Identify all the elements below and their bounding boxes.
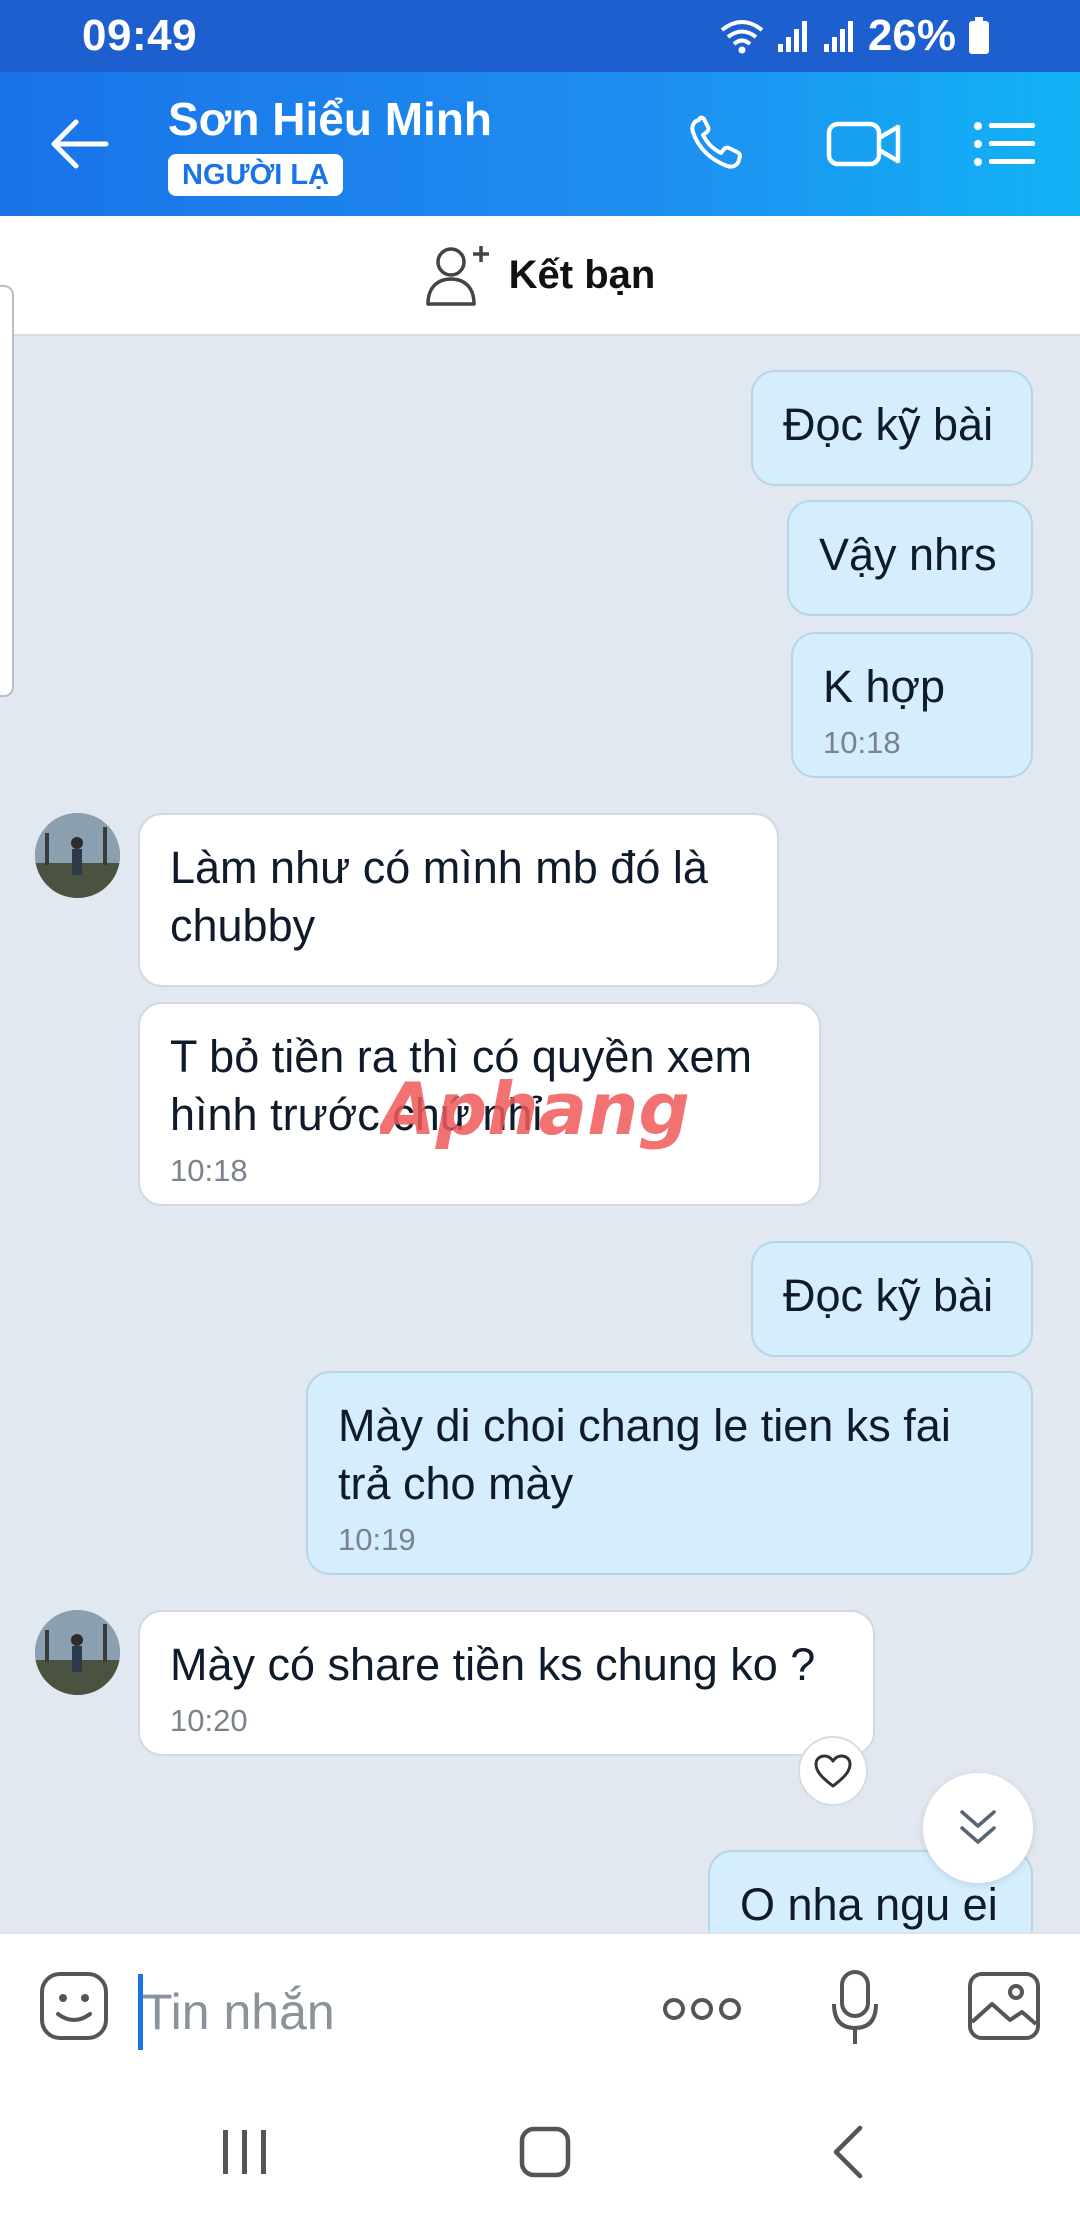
menu-list-icon[interactable]	[973, 114, 1037, 174]
battery-percent: 26%	[867, 11, 956, 60]
message-text: T bỏ tiền ra thì có quyền xem hình trước…	[170, 1031, 752, 1140]
wifi-icon	[720, 20, 764, 54]
system-navigation-bar	[0, 2082, 1080, 2220]
message-time: 10:18	[823, 725, 901, 760]
add-friend-label: Kết bạn	[508, 252, 656, 297]
add-person-icon	[425, 246, 489, 306]
message-bubble-sent[interactable]: Đọc kỹ bài	[751, 1241, 1033, 1357]
recent-apps-icon[interactable]	[215, 2122, 275, 2182]
status-time: 09:49	[82, 11, 198, 60]
avatar[interactable]	[35, 813, 120, 898]
add-friend-button[interactable]: Kết bạn	[0, 216, 1080, 336]
message-text: K hợp	[823, 661, 946, 712]
battery-icon	[969, 17, 989, 54]
double-chevron-down-icon	[960, 1810, 996, 1844]
message-time: 10:19	[338, 1522, 416, 1557]
message-text: Vậy nhrs	[819, 529, 997, 580]
stranger-badge: NGƯỜI LẠ	[168, 154, 344, 196]
message-time: 10:18	[170, 1153, 248, 1188]
side-panel-handle[interactable]	[0, 285, 14, 697]
signal-icon	[823, 21, 853, 52]
chat-screen: 09:49 26% Sơn Hiểu Minh NGƯỜI LẠ Kết bạn…	[0, 0, 1080, 2220]
system-back-icon[interactable]	[820, 2122, 880, 2182]
message-input[interactable]	[142, 1974, 622, 2050]
message-bubble-received[interactable]: Làm như có mình mb đó là chubby	[138, 813, 779, 987]
message-text: Mày có share tiền ks chung ko ?	[170, 1639, 816, 1690]
message-bubble-sent[interactable]: Đọc kỹ bài	[751, 370, 1033, 486]
heart-icon	[814, 1754, 852, 1788]
message-text: Đọc kỹ bài	[783, 1270, 994, 1321]
avatar-photo	[35, 1610, 120, 1695]
video-call-icon[interactable]	[826, 114, 902, 174]
message-bubble-sent[interactable]: Mày di choi chang le tien ks fai trả cho…	[306, 1371, 1033, 1575]
message-bubble-sent[interactable]: K hợp 10:18	[791, 632, 1033, 778]
avatar[interactable]	[35, 1610, 120, 1695]
status-icons: 26%	[720, 11, 990, 61]
contact-name[interactable]: Sơn Hiểu Minh	[168, 92, 492, 146]
avatar-photo	[35, 813, 120, 898]
message-text: Làm như có mình mb đó là chubby	[170, 842, 708, 951]
home-icon[interactable]	[515, 2122, 575, 2182]
react-heart-button[interactable]	[798, 1736, 868, 1806]
message-bubble-sent[interactable]: Vậy nhrs	[787, 500, 1033, 616]
scroll-to-bottom-button[interactable]	[923, 1773, 1033, 1883]
emoji-sticker-icon[interactable]	[38, 1970, 110, 2042]
signal-icon	[777, 21, 807, 52]
phone-call-icon[interactable]	[685, 114, 755, 174]
back-arrow-icon[interactable]	[50, 116, 110, 172]
more-options-icon[interactable]	[662, 1984, 742, 2034]
status-bar: 09:49 26%	[0, 0, 1080, 72]
message-bubble-received[interactable]: Mày có share tiền ks chung ko ? 10:20	[138, 1610, 875, 1756]
message-text: Đọc kỹ bài	[783, 399, 994, 450]
chat-header: Sơn Hiểu Minh NGƯỜI LẠ	[0, 72, 1080, 216]
message-text: O nha ngu ei	[740, 1879, 998, 1930]
message-text: Mày di choi chang le tien ks fai trả cho…	[338, 1400, 951, 1509]
microphone-icon[interactable]	[830, 1968, 880, 2048]
message-compose-bar	[0, 1932, 1080, 2082]
message-bubble-received[interactable]: T bỏ tiền ra thì có quyền xem hình trước…	[138, 1002, 821, 1206]
message-time: 10:20	[170, 1703, 248, 1738]
image-gallery-icon[interactable]	[966, 1970, 1042, 2042]
